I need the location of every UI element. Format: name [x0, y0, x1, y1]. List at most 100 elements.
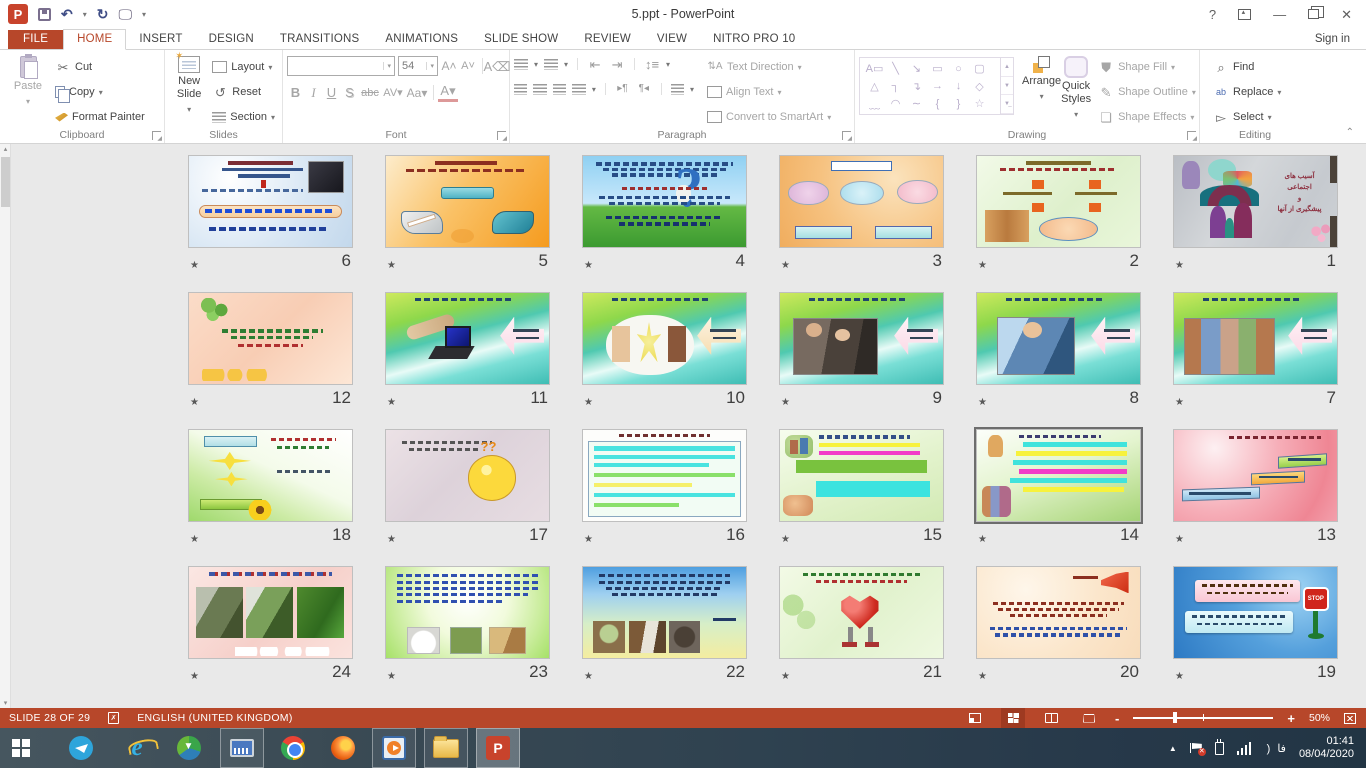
clear-formatting-icon[interactable]: A⌫ [489, 58, 505, 74]
taskbar-onscreen-keyboard[interactable] [220, 728, 264, 768]
elbow-arrow-connector-icon[interactable]: ↴ [906, 78, 927, 95]
increase-indent-icon[interactable]: ⇥ [609, 56, 625, 72]
font-dialog-launcher[interactable] [497, 131, 506, 140]
tab-home[interactable]: HOME [63, 29, 126, 50]
ribbon-display-options-button[interactable] [1238, 9, 1251, 20]
slide-thumbnail[interactable] [1173, 429, 1338, 522]
redo-icon[interactable]: ↻ [97, 7, 109, 21]
underline-button[interactable]: U [323, 85, 340, 100]
tab-file[interactable]: FILE [8, 30, 63, 49]
fit-slide-to-window-icon[interactable] [1344, 713, 1356, 724]
slide-thumbnail[interactable] [976, 292, 1141, 385]
shapes-scroll-up-icon[interactable]: ▲ [1001, 58, 1013, 77]
slide-thumbnail[interactable] [385, 292, 550, 385]
minimize-button[interactable]: — [1273, 8, 1286, 21]
power-icon[interactable] [1215, 742, 1224, 755]
select-button[interactable]: ▻Select▾ [1210, 106, 1284, 128]
paste-button[interactable]: Paste▾ [4, 54, 52, 108]
tab-transitions[interactable]: TRANSITIONS [267, 30, 373, 49]
slide-thumbnail[interactable] [779, 566, 944, 659]
input-language-indicator[interactable]: فا [1277, 742, 1286, 755]
slide-thumbnail[interactable] [1173, 292, 1338, 385]
zoom-slider-handle[interactable] [1173, 712, 1177, 723]
new-slide-button[interactable]: New Slide▾ [169, 54, 209, 116]
reading-view-button[interactable] [1039, 708, 1063, 728]
line-spacing-icon[interactable]: ↕≡ [644, 56, 660, 72]
slide-sorter-view-button[interactable] [1001, 708, 1025, 728]
shape-effects-button[interactable]: ❏Shape Effects▾ [1095, 106, 1199, 128]
strikethrough-button[interactable]: abc [359, 87, 381, 99]
columns-icon[interactable] [671, 84, 684, 95]
font-name-combobox[interactable]: ▾ [287, 56, 395, 76]
italic-button[interactable]: I [305, 85, 322, 101]
slide-thumbnail[interactable]: STOP [1173, 566, 1338, 659]
taskbar-powerpoint[interactable]: P [476, 728, 520, 768]
tab-slide-show[interactable]: SLIDE SHOW [471, 30, 571, 49]
start-from-beginning-icon[interactable]: 🖵 [118, 7, 132, 21]
slide-thumbnail[interactable]: ? [582, 155, 747, 248]
slide-thumbnail[interactable] [779, 292, 944, 385]
shapes-gallery-scrollbar[interactable]: ▲▼▼̲ [1001, 57, 1014, 115]
numbering-icon[interactable] [544, 59, 558, 70]
slide-thumbnail[interactable] [779, 429, 944, 522]
slide-thumbnail[interactable] [582, 566, 747, 659]
taskbar-file-explorer[interactable] [424, 728, 468, 768]
line-shape-icon[interactable]: ╲ [885, 60, 906, 77]
spell-check-icon[interactable]: ✗ [108, 712, 119, 724]
zoom-slider[interactable] [1133, 717, 1273, 719]
action-center-flag-icon[interactable] [1190, 743, 1202, 753]
convert-to-smartart-button[interactable]: Convert to SmartArt▾ [704, 106, 834, 128]
align-right-icon[interactable] [553, 84, 566, 95]
shape-fill-button[interactable]: ⛊Shape Fill▾ [1095, 56, 1199, 78]
taskbar-clock[interactable]: 01:41 08/04/2020 [1299, 735, 1354, 762]
shapes-gallery[interactable]: A▭╲↘▭○▢ △┐↴→↓◇ ﹏◠∼{}☆ [859, 57, 1001, 115]
slide-thumbnail[interactable] [976, 566, 1141, 659]
rectangle-shape-icon[interactable]: ▭ [927, 60, 948, 77]
down-arrow-shape-icon[interactable]: ↓ [948, 78, 969, 95]
scribble-shape-icon[interactable]: ﹏ [864, 95, 885, 112]
cut-button[interactable]: ✂Cut [52, 56, 148, 78]
oval-shape-icon[interactable]: ○ [948, 60, 969, 77]
align-left-icon[interactable] [514, 84, 527, 95]
align-center-icon[interactable] [533, 84, 546, 95]
taskbar-media-player[interactable] [372, 728, 416, 768]
taskbar-chrome[interactable] [272, 728, 314, 768]
left-brace-shape-icon[interactable]: { [927, 95, 948, 112]
help-button[interactable]: ? [1209, 8, 1216, 21]
customize-qat-caret[interactable]: ▾ [142, 10, 146, 19]
shapes-more-icon[interactable]: ▼̲ [1001, 95, 1013, 114]
replace-button[interactable]: abReplace▾ [1210, 81, 1284, 103]
slide-thumbnail[interactable] [188, 566, 353, 659]
shape-outline-button[interactable]: ✎Shape Outline▾ [1095, 81, 1199, 103]
normal-view-button[interactable] [963, 708, 987, 728]
zoom-level[interactable]: 50% [1309, 712, 1330, 724]
slide-show-button[interactable] [1077, 708, 1101, 728]
quick-styles-button[interactable]: Quick Styles▾ [1061, 54, 1091, 121]
slide-thumbnail[interactable] [188, 292, 353, 385]
language-indicator[interactable]: ENGLISH (UNITED KINGDOM) [137, 712, 292, 724]
layout-button[interactable]: Layout▾ [209, 56, 278, 78]
arc-shape-icon[interactable]: ◠ [885, 95, 906, 112]
tab-nitro-pro[interactable]: NITRO PRO 10 [700, 30, 808, 49]
rtl-direction-icon[interactable]: ¶◂ [636, 81, 651, 97]
powerpoint-app-icon[interactable]: P [8, 4, 28, 24]
ltr-direction-icon[interactable]: ▸¶ [615, 81, 630, 97]
slide-thumbnail[interactable] [779, 155, 944, 248]
tab-review[interactable]: REVIEW [571, 30, 644, 49]
decrease-indent-icon[interactable]: ⇤ [587, 56, 603, 72]
slide-thumbnail[interactable] [582, 292, 747, 385]
bullets-icon[interactable] [514, 59, 528, 70]
zoom-out-button[interactable]: - [1115, 711, 1119, 726]
tab-animations[interactable]: ANIMATIONS [372, 30, 471, 49]
taskbar-firefox[interactable] [322, 728, 364, 768]
character-spacing-button[interactable]: AV▾ [382, 86, 404, 99]
collapse-ribbon-icon[interactable]: ⌃ [1346, 127, 1354, 138]
elbow-connector-icon[interactable]: ┐ [885, 78, 906, 95]
slide-thumbnail[interactable] [582, 429, 747, 522]
text-shadow-button[interactable]: S [341, 85, 358, 100]
textbox-shape-icon[interactable]: A▭ [864, 60, 885, 77]
vertical-scrollbar[interactable]: ▴ ▾ [0, 144, 11, 708]
clipboard-dialog-launcher[interactable] [152, 131, 161, 140]
right-arrow-shape-icon[interactable]: → [927, 78, 948, 95]
rounded-rectangle-shape-icon[interactable]: ▢ [969, 60, 990, 77]
